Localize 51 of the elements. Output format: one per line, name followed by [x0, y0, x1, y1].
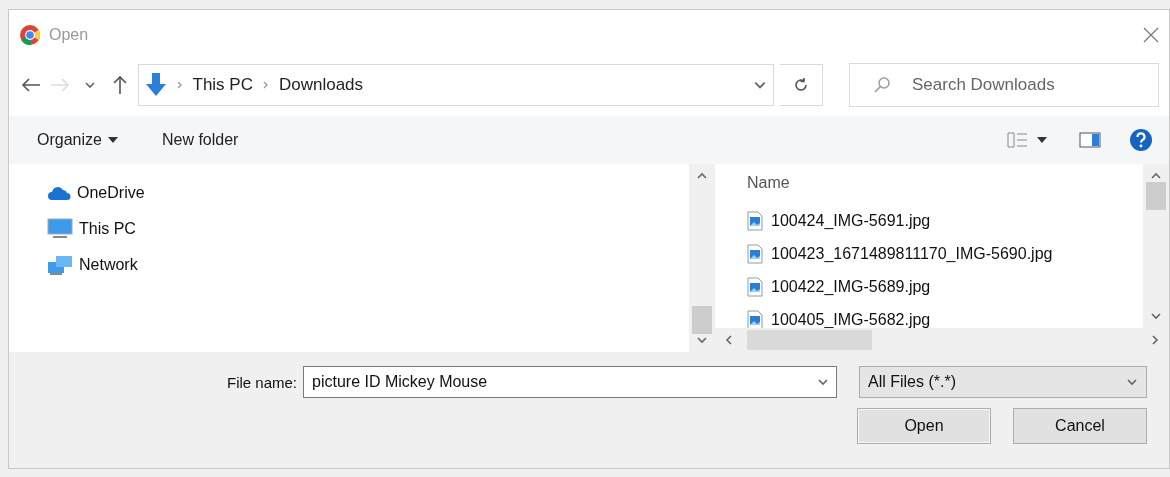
help-icon[interactable]: [1129, 128, 1153, 152]
new-folder-button[interactable]: New folder: [153, 127, 247, 153]
recent-locations-icon[interactable]: [84, 79, 97, 91]
file-name-label: File name:: [226, 373, 297, 391]
scroll-right-icon[interactable]: [1149, 334, 1161, 346]
image-file-icon: [747, 276, 763, 297]
image-file-icon: [747, 243, 763, 264]
close-icon[interactable]: [1143, 27, 1159, 43]
file-type-dropdown[interactable]: All Files (*.*): [859, 366, 1147, 398]
download-arrow-icon: [144, 73, 167, 97]
search-field[interactable]: Search Downloads: [849, 63, 1159, 107]
image-file-icon: [747, 210, 763, 231]
image-file-icon: [747, 309, 763, 328]
cloud-icon: [47, 185, 71, 201]
search-icon: [873, 76, 891, 94]
refresh-icon: [792, 77, 809, 93]
file-name[interactable]: 100422_IMG-5689.jpg: [771, 277, 931, 296]
back-arrow-icon[interactable]: [20, 78, 41, 92]
scrollbar[interactable]: [689, 164, 715, 352]
scroll-down-icon[interactable]: [696, 334, 708, 346]
file-name[interactable]: 100405_IMG-5682.jpg: [771, 310, 931, 328]
scrollbar[interactable]: [1143, 164, 1169, 328]
nav-item[interactable]: Network: [79, 256, 138, 274]
preview-pane-icon[interactable]: [1079, 131, 1101, 149]
chevron-right-icon: [262, 81, 269, 89]
dropdown-icon[interactable]: [817, 376, 829, 388]
network-icon: [47, 254, 73, 276]
file-name-field[interactable]: picture ID Mickey Mouse: [303, 366, 837, 398]
computer-icon: [47, 218, 73, 240]
refresh-button[interactable]: [779, 64, 823, 106]
scroll-left-icon[interactable]: [723, 334, 735, 346]
dropdown-icon[interactable]: [1126, 376, 1138, 388]
open-button[interactable]: Open: [857, 408, 991, 444]
scrollbar-thumb[interactable]: [1146, 182, 1166, 210]
chevron-right-icon: [176, 81, 183, 89]
organize-button[interactable]: Organize: [29, 127, 126, 153]
nav-item[interactable]: This PC: [79, 220, 136, 238]
column-header[interactable]: Name: [747, 174, 1143, 192]
breadcrumb[interactable]: Downloads: [278, 75, 364, 95]
breadcrumb[interactable]: This PC: [192, 75, 253, 95]
up-arrow-icon[interactable]: [112, 75, 127, 95]
nav-item[interactable]: OneDrive: [77, 184, 145, 202]
browser-logo-icon: [19, 24, 41, 46]
caret-icon: [107, 137, 118, 143]
file-name[interactable]: 100424_IMG-5691.jpg: [771, 211, 931, 230]
file-name[interactable]: 100423_1671489811170_IMG-5690.jpg: [771, 244, 1053, 263]
window-title: Open: [49, 26, 90, 44]
scroll-down-icon[interactable]: [1150, 310, 1162, 322]
scrollbar-thumb[interactable]: [692, 306, 712, 334]
cancel-button[interactable]: Cancel: [1013, 408, 1147, 444]
address-bar[interactable]: This PC Downloads: [137, 64, 774, 106]
